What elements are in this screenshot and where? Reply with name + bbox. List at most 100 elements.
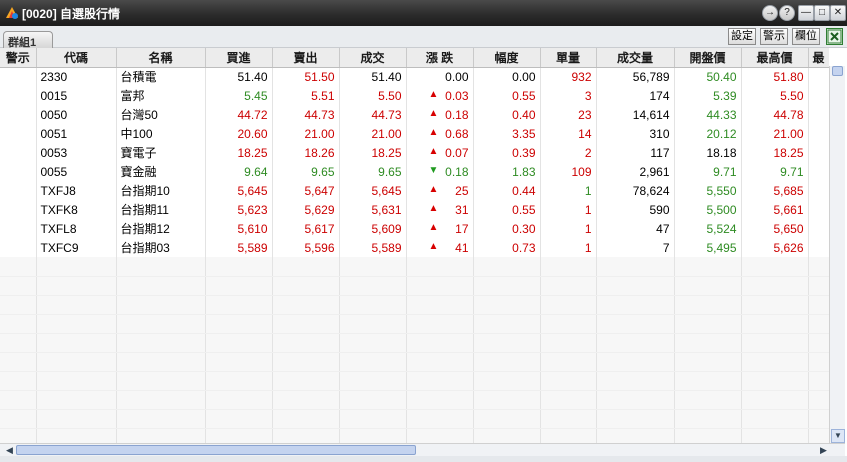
table-row[interactable]: 0015 富邦 5.45 5.51 5.50 ▲ 0.03 0.55 3 174 5.39 5.50	[0, 86, 829, 105]
settings-button[interactable]: 設定	[728, 28, 756, 45]
cell-empty	[0, 124, 37, 143]
arrow-up-icon: ▲	[428, 202, 439, 214]
cell-percent: 0.40	[473, 105, 541, 124]
cell-empty	[116, 314, 206, 334]
table-row[interactable]: TXFC9 台指期03 5,589 5,596 5,589 ▲ 41 0.73 1 7 5,495 5…	[0, 238, 829, 257]
cell-empty	[808, 352, 829, 372]
col-header-last[interactable]: 成交	[339, 48, 407, 68]
cell-empty	[674, 276, 742, 296]
cell-empty	[808, 67, 829, 86]
cell-empty	[473, 428, 541, 443]
empty-row	[0, 409, 829, 429]
cell-open: 5,550	[674, 181, 742, 200]
cell-empty	[596, 333, 675, 353]
table-row[interactable]: 0050 台灣50 44.72 44.73 44.73 ▲ 0.18 0.40 23 14,614…	[0, 105, 829, 124]
cell-empty	[116, 409, 206, 429]
cell-empty	[540, 409, 597, 429]
cell-high: 5,626	[741, 238, 809, 257]
change-value: 0.07	[445, 145, 469, 160]
col-header-more[interactable]: 最	[808, 48, 829, 68]
horizontal-scrollbar[interactable]: ◀ ▶	[0, 443, 845, 456]
col-header-bid[interactable]: 買進	[205, 48, 273, 68]
cell-last: 5,631	[339, 200, 407, 219]
cell-volume: 7	[596, 238, 675, 257]
scroll-right-icon[interactable]: ▶	[817, 444, 830, 456]
cell-code: 0055	[36, 162, 117, 181]
cell-empty	[116, 428, 206, 443]
table-row[interactable]: 2330 台積電 51.40 51.50 51.40 0.00 0.00 932 56,789 5…	[0, 67, 829, 86]
col-header-volume[interactable]: 成交量	[596, 48, 675, 68]
cell-empty	[473, 257, 541, 277]
col-header-change[interactable]: 漲 跌	[406, 48, 474, 68]
cell-empty	[808, 162, 829, 181]
cell-ask: 18.26	[272, 143, 340, 162]
col-header-percent[interactable]: 幅度	[473, 48, 541, 68]
table-row[interactable]: 0053 寶電子 18.25 18.26 18.25 ▲ 0.07 0.39 2 117 18.18…	[0, 143, 829, 162]
arrow-up-icon: ▲	[428, 107, 439, 119]
col-header-ask[interactable]: 賣出	[272, 48, 340, 68]
tab-group1[interactable]: 群組1	[3, 31, 53, 49]
cell-lot: 1	[540, 181, 597, 200]
cell-empty	[0, 162, 37, 181]
cell-last: 5.50	[339, 86, 407, 105]
cell-empty	[406, 409, 474, 429]
cell-empty	[0, 219, 37, 238]
cell-ask: 51.50	[272, 67, 340, 86]
table-row[interactable]: 0055 寶金融 9.64 9.65 9.65 ▼ 0.18 1.83 109 2,961 9.71…	[0, 162, 829, 181]
cell-empty	[808, 238, 829, 257]
col-header-high[interactable]: 最高價	[741, 48, 809, 68]
cell-percent: 1.83	[473, 162, 541, 181]
col-header-lot[interactable]: 單量	[540, 48, 597, 68]
cell-bid: 5,645	[205, 181, 273, 200]
cell-empty	[741, 295, 809, 315]
scroll-down-icon[interactable]: ▼	[831, 429, 845, 443]
table-row[interactable]: 0051 中100 20.60 21.00 21.00 ▲ 0.68 3.35 14 310 20.…	[0, 124, 829, 143]
table-row[interactable]: TXFK8 台指期11 5,623 5,629 5,631 ▲ 31 0.55 1 590 5,50…	[0, 200, 829, 219]
vertical-scroll-thumb[interactable]	[832, 66, 843, 76]
cell-percent: 0.00	[473, 67, 541, 86]
cell-code: TXFK8	[36, 200, 117, 219]
cell-empty	[540, 352, 597, 372]
horizontal-scroll-thumb[interactable]	[16, 445, 416, 455]
cell-code: TXFJ8	[36, 181, 117, 200]
columns-button[interactable]: 欄位	[792, 28, 820, 45]
alert-button[interactable]: 警示	[760, 28, 788, 45]
cell-empty	[116, 352, 206, 372]
cell-lot: 1	[540, 219, 597, 238]
cell-empty	[808, 181, 829, 200]
minimize-button[interactable]: —	[798, 5, 814, 21]
table-row[interactable]: TXFL8 台指期12 5,610 5,617 5,609 ▲ 17 0.30 1 47 5,524…	[0, 219, 829, 238]
cell-lot: 14	[540, 124, 597, 143]
link-icon[interactable]: →	[762, 5, 778, 21]
cell-ask: 21.00	[272, 124, 340, 143]
cell-empty	[808, 124, 829, 143]
cell-bid: 9.64	[205, 162, 273, 181]
cell-empty	[0, 105, 37, 124]
cell-volume: 14,614	[596, 105, 675, 124]
scroll-left-icon[interactable]: ◀	[3, 444, 16, 456]
vertical-scrollbar[interactable]: ▼	[829, 66, 845, 443]
cell-empty	[205, 352, 273, 372]
close-button[interactable]: ✕	[830, 5, 846, 21]
cell-open: 5,500	[674, 200, 742, 219]
col-header-name[interactable]: 名稱	[116, 48, 206, 68]
cell-empty	[36, 276, 117, 296]
help-icon[interactable]: ?	[779, 5, 795, 21]
col-header-open[interactable]: 開盤價	[674, 48, 742, 68]
cell-empty	[808, 143, 829, 162]
cell-empty	[741, 409, 809, 429]
maximize-button[interactable]: □	[814, 5, 830, 21]
cell-change: ▲ 0.68	[406, 124, 474, 143]
cell-ask: 5,596	[272, 238, 340, 257]
table-row[interactable]: TXFJ8 台指期10 5,645 5,647 5,645 ▲ 25 0.44 1 78,624 5…	[0, 181, 829, 200]
col-header-alert[interactable]: 警示	[0, 48, 37, 68]
cell-change: ▲ 25	[406, 181, 474, 200]
excel-icon[interactable]	[826, 28, 843, 45]
cell-empty	[339, 276, 407, 296]
col-header-code[interactable]: 代碼	[36, 48, 117, 68]
cell-empty	[36, 409, 117, 429]
empty-row	[0, 390, 829, 410]
toolbar	[0, 26, 847, 48]
cell-last: 18.25	[339, 143, 407, 162]
cell-open: 5.39	[674, 86, 742, 105]
